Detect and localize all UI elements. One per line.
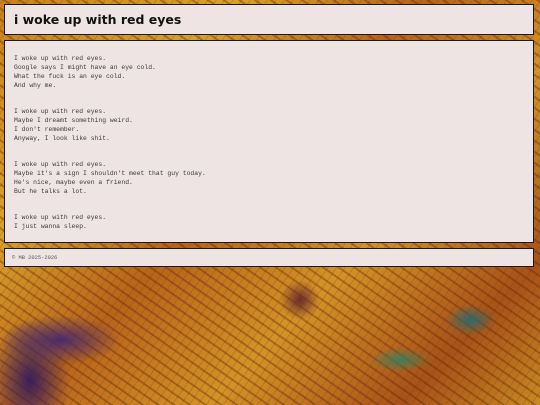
poem-line: I woke up with red eyes. bbox=[14, 161, 107, 168]
stanza-3: I woke up with red eyes. Maybe it's a si… bbox=[14, 160, 533, 196]
poem-line: What the fuck is an eye cold. bbox=[14, 73, 126, 80]
header-panel: i woke up with red eyes bbox=[4, 4, 534, 35]
poem-line: I just wanna sleep. bbox=[14, 223, 87, 230]
poem-line: And why me. bbox=[14, 82, 57, 89]
poem-line: But he talks a lot. bbox=[14, 188, 87, 195]
stanza-4: I woke up with red eyes. I just wanna sl… bbox=[14, 213, 533, 231]
poem-line: Maybe it's a sign I shouldn't meet that … bbox=[14, 170, 206, 177]
poem-line: Anyway, I look like shit. bbox=[14, 135, 110, 142]
poem-panel: I woke up with red eyes. Google says I m… bbox=[4, 40, 534, 243]
poem-line: Google says I might have an eye cold. bbox=[14, 64, 156, 71]
poem-line: I woke up with red eyes. bbox=[14, 214, 107, 221]
poem-line: I woke up with red eyes. bbox=[14, 55, 107, 62]
stanza-2: I woke up with red eyes. Maybe I dreamt … bbox=[14, 107, 533, 143]
poem-line: Maybe I dreamt something weird. bbox=[14, 117, 133, 124]
poem-line: I don't remember. bbox=[14, 126, 80, 133]
stanza-1: I woke up with red eyes. Google says I m… bbox=[14, 54, 533, 90]
poem-line: I woke up with red eyes. bbox=[14, 108, 107, 115]
page-title: i woke up with red eyes bbox=[14, 12, 182, 27]
copyright-text: © MB 2025-2026 bbox=[12, 255, 58, 261]
footer-panel: © MB 2025-2026 bbox=[4, 248, 534, 267]
poem-line: He's nice, maybe even a friend. bbox=[14, 179, 133, 186]
